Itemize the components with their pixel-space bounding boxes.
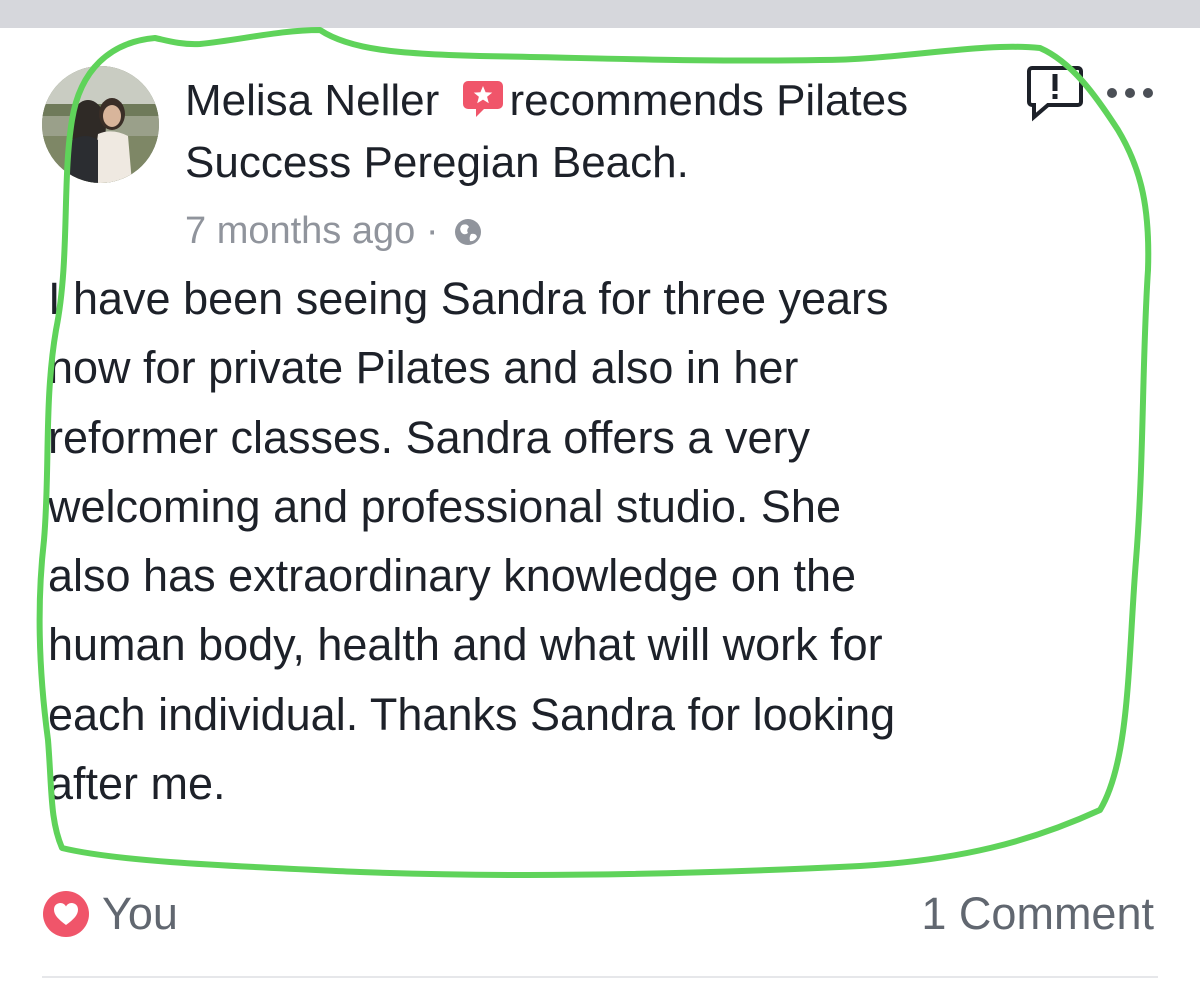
post-body-line: welcoming and professional studio. She — [48, 480, 841, 532]
action-text: recommends Pilates — [509, 76, 909, 125]
screen: Melisa Neller recommends Pilates Success… — [0, 0, 1200, 986]
more-options-icon[interactable] — [1104, 82, 1156, 104]
top-strip — [0, 0, 1200, 28]
reactions-label: You — [102, 888, 178, 939]
meta-separator: · — [425, 210, 439, 252]
reactions-summary[interactable]: You — [42, 884, 178, 944]
post-meta: 7 months ago · — [185, 206, 483, 256]
globe-icon — [455, 219, 482, 245]
recommend-badge-icon — [462, 81, 503, 117]
love-reaction-icon — [43, 891, 89, 937]
author-name[interactable]: Melisa Neller — [185, 76, 439, 125]
post-body-line: reformer classes. Sandra offers a very — [48, 411, 810, 463]
author-avatar[interactable] — [42, 66, 159, 183]
report-icon[interactable] — [1026, 64, 1084, 122]
post-body-line: human body, health and what will work fo… — [48, 619, 883, 671]
page-name[interactable]: Success Peregian Beach. — [185, 138, 689, 187]
timestamp[interactable]: 7 months ago — [185, 210, 415, 252]
comment-count-link[interactable]: 1 Comment — [921, 884, 1154, 944]
post-body-line: now for private Pilates and also in her — [48, 342, 799, 394]
post-body-line: each individual. Thanks Sandra for looki… — [48, 688, 896, 740]
post-body: I have been seeing Sandra for three year… — [48, 264, 1138, 818]
footer-divider — [42, 976, 1158, 978]
post-header: Melisa Neller recommends Pilates Success… — [185, 70, 1015, 194]
post-body-line: after me. — [48, 758, 226, 810]
post-body-line: also has extraordinary knowledge on the — [48, 550, 857, 602]
post-body-line: I have been seeing Sandra for three year… — [48, 273, 889, 324]
